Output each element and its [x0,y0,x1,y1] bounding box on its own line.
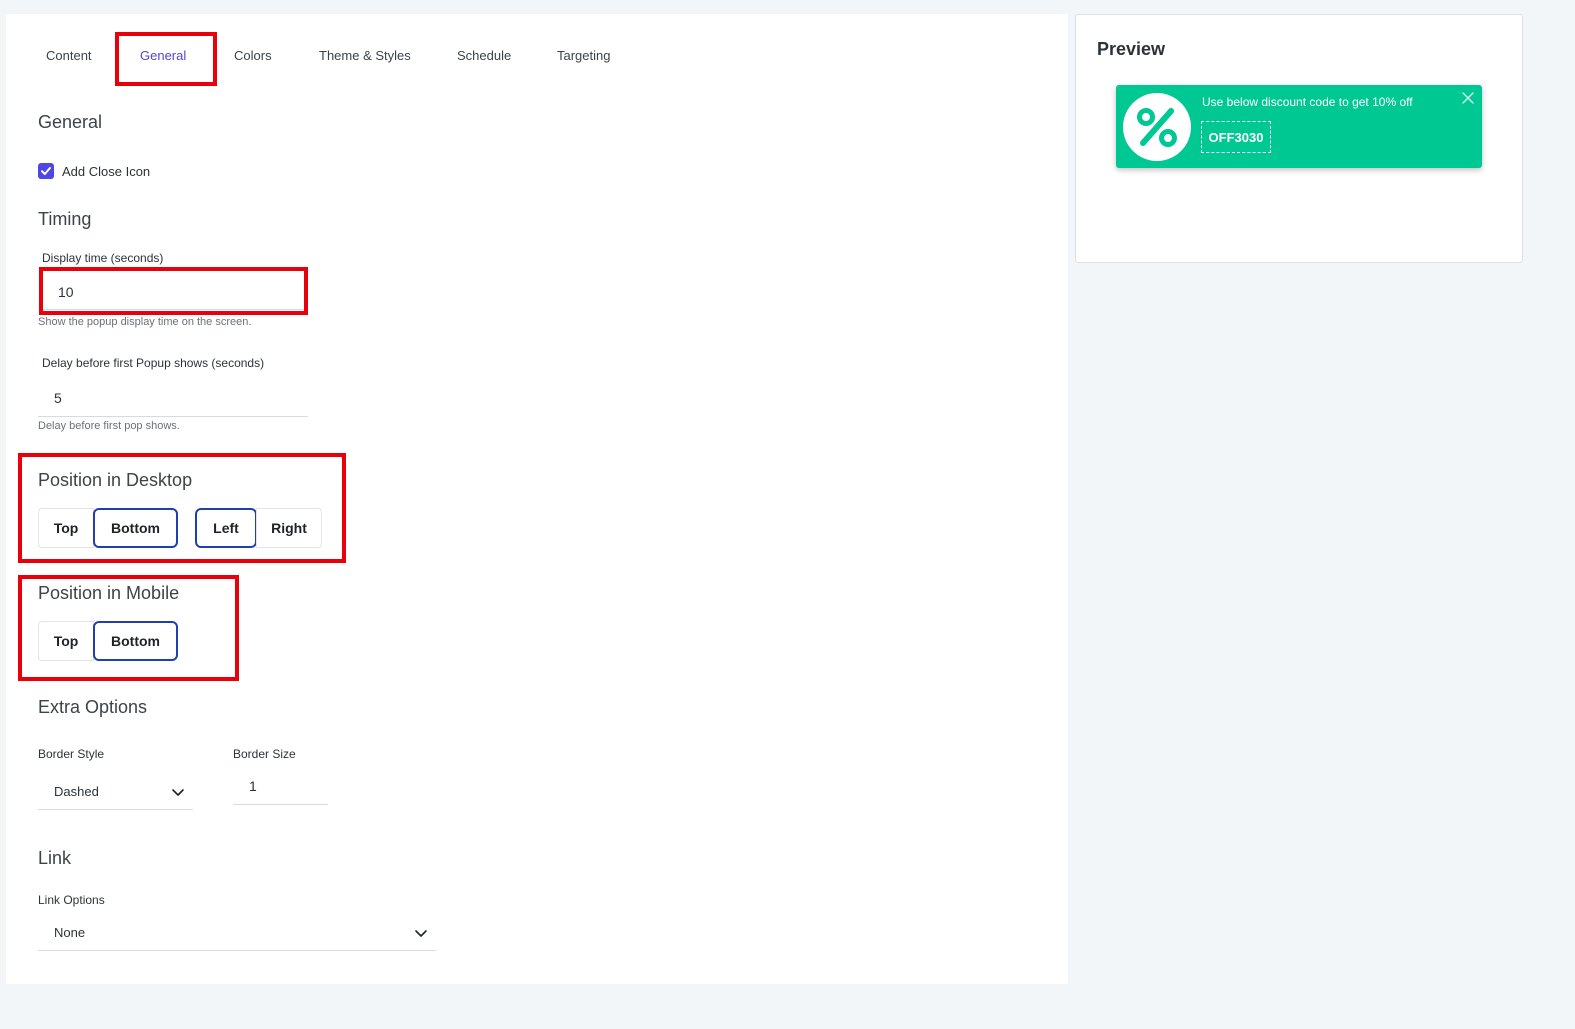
chevron-down-icon [415,930,427,937]
delay-input[interactable] [38,380,308,417]
mobile-vertical-toggle: Top Bottom [38,621,178,661]
settings-panel: Content General Colors Theme & Styles Sc… [6,14,1068,984]
mobile-top-button[interactable]: Top [38,621,94,661]
tab-colors[interactable]: Colors [234,48,272,63]
tab-targeting[interactable]: Targeting [557,48,610,63]
desktop-horizontal-toggle: Left Right [195,508,322,548]
settings-tabs: Content General Colors Theme & Styles Sc… [6,14,706,94]
mobile-bottom-button[interactable]: Bottom [93,621,178,661]
delay-help: Delay before first pop shows. [38,420,180,432]
border-size-label: Border Size [233,747,296,761]
position-desktop-heading: Position in Desktop [38,470,193,490]
desktop-right-button[interactable]: Right [256,508,322,548]
link-options-label: Link Options [38,893,105,907]
border-style-select[interactable]: Dashed [38,774,193,810]
add-close-icon-checkbox[interactable] [38,163,54,179]
link-options-select[interactable]: None [38,915,436,951]
general-heading: General [38,112,103,132]
display-time-label: Display time (seconds) [42,251,164,265]
tab-content[interactable]: Content [46,48,92,63]
checkmark-icon [41,167,51,175]
desktop-vertical-toggle: Top Bottom [38,508,178,548]
desktop-top-button[interactable]: Top [38,508,94,548]
extra-options-heading: Extra Options [38,697,148,717]
tab-theme-styles[interactable]: Theme & Styles [319,48,411,63]
border-style-value: Dashed [54,784,99,799]
tab-general[interactable]: General [140,48,186,63]
desktop-bottom-button[interactable]: Bottom [93,508,178,548]
desktop-left-button[interactable]: Left [195,508,257,548]
border-size-input[interactable] [233,768,328,805]
display-time-input[interactable] [42,274,306,310]
border-style-label: Border Style [38,747,105,761]
close-icon[interactable] [1461,91,1475,105]
add-close-icon-label: Add Close Icon [62,164,151,179]
discount-popup-preview: Use below discount code to get 10% off O… [1116,85,1482,168]
display-time-help: Show the popup display time on the scree… [38,316,252,328]
link-heading: Link [38,848,72,868]
percent-icon [1123,93,1191,161]
popup-discount-code: OFF3030 [1201,121,1271,153]
preview-title: Preview [1097,39,1166,59]
position-mobile-heading: Position in Mobile [38,583,180,603]
link-options-value: None [54,925,86,940]
chevron-down-icon [172,789,184,796]
preview-panel: Preview Use below discount code to get 1… [1075,14,1523,263]
timing-heading: Timing [38,209,92,229]
tab-schedule[interactable]: Schedule [457,48,511,63]
delay-label: Delay before first Popup shows (seconds) [42,356,265,370]
popup-message: Use below discount code to get 10% off [1202,95,1413,109]
